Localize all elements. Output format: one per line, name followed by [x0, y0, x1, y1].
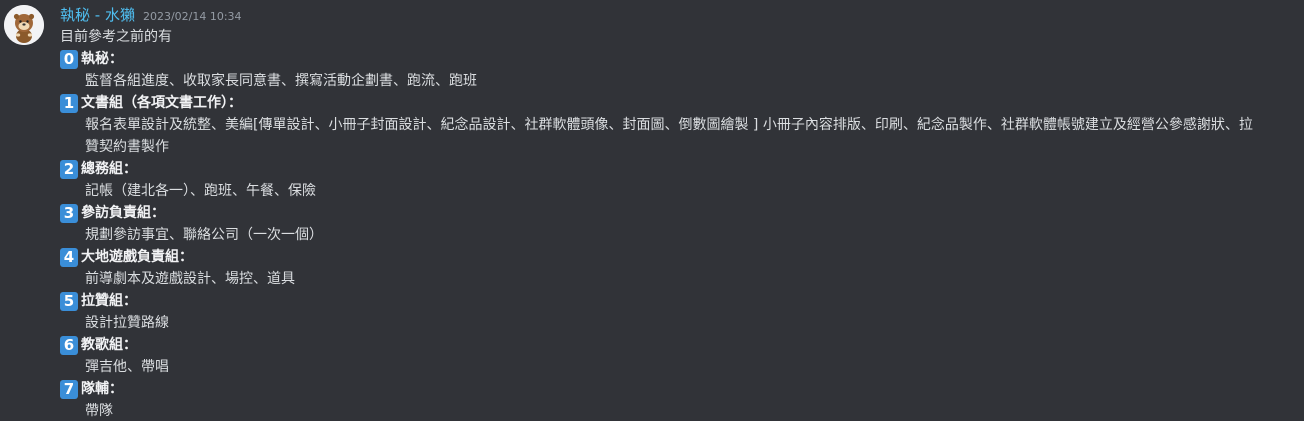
- number-badge-icon: 0: [60, 49, 78, 69]
- section-title: 隊輔：: [81, 381, 123, 397]
- section: 7 隊輔： 帶隊: [60, 378, 1296, 421]
- section-desc: 監督各組進度、收取家長同意書、撰寫活動企劃書、跑流、跑班: [85, 73, 477, 89]
- section-title: 文書組（各項文書工作）：: [81, 95, 242, 111]
- section-title: 大地遊戲負責組：: [81, 249, 193, 265]
- section-desc: 設計拉贊路線: [85, 315, 169, 331]
- section: 1 文書組（各項文書工作）： 報名表單設計及統整、美編[傳單設計、小冊子封面設計…: [60, 92, 1296, 158]
- section-desc: 彈吉他、帶唱: [85, 359, 169, 375]
- otter-avatar-icon: [4, 5, 44, 45]
- section: 4 大地遊戲負責組： 前導劇本及遊戲設計、場控、道具: [60, 246, 1296, 290]
- section-title: 拉贊組：: [81, 293, 137, 309]
- section-desc: 前導劇本及遊戲設計、場控、道具: [85, 271, 295, 287]
- section-desc: 報名表單設計及統整、美編[傳單設計、小冊子封面設計、紀念品設計、社群軟體頭像、封…: [85, 117, 1253, 155]
- timestamp: 2023/02/14 10:34: [142, 10, 242, 23]
- chat-message: 執秘 - 水獺 2023/02/14 10:34 目前參考之前的有 0 執秘： …: [0, 0, 1304, 421]
- section-title: 教歌組：: [81, 337, 137, 353]
- number-badge-icon: 2: [60, 159, 78, 179]
- number-badge-icon: 1: [60, 93, 78, 113]
- section-title: 總務組：: [81, 161, 137, 177]
- section-desc: 記帳（建北各一）、跑班、午餐、保險: [85, 183, 316, 199]
- section: 6 教歌組： 彈吉他、帶唱: [60, 334, 1296, 378]
- section-title: 參訪負責組：: [81, 205, 165, 221]
- section-desc: 帶隊: [85, 403, 113, 419]
- section: 3 參訪負責組： 規劃參訪事宜、聯絡公司（一次一個）: [60, 202, 1296, 246]
- section: 5 拉贊組： 設計拉贊路線: [60, 290, 1296, 334]
- number-badge-icon: 4: [60, 247, 78, 267]
- section-title: 執秘：: [81, 51, 123, 67]
- username[interactable]: 執秘 - 水獺: [60, 4, 135, 25]
- intro-text: 目前參考之前的有: [60, 29, 172, 45]
- number-badge-icon: 5: [60, 291, 78, 311]
- section: 2 總務組： 記帳（建北各一）、跑班、午餐、保險: [60, 158, 1296, 202]
- section: 0 執秘： 監督各組進度、收取家長同意書、撰寫活動企劃書、跑流、跑班: [60, 48, 1296, 92]
- number-badge-icon: 7: [60, 379, 78, 399]
- number-badge-icon: 3: [60, 203, 78, 223]
- number-badge-icon: 6: [60, 335, 78, 355]
- message-content: 目前參考之前的有 0 執秘： 監督各組進度、收取家長同意書、撰寫活動企劃書、跑流…: [60, 26, 1296, 421]
- user-avatar[interactable]: [4, 5, 44, 45]
- section-desc: 規劃參訪事宜、聯絡公司（一次一個）: [85, 227, 323, 243]
- message-header: 執秘 - 水獺 2023/02/14 10:34: [60, 4, 242, 26]
